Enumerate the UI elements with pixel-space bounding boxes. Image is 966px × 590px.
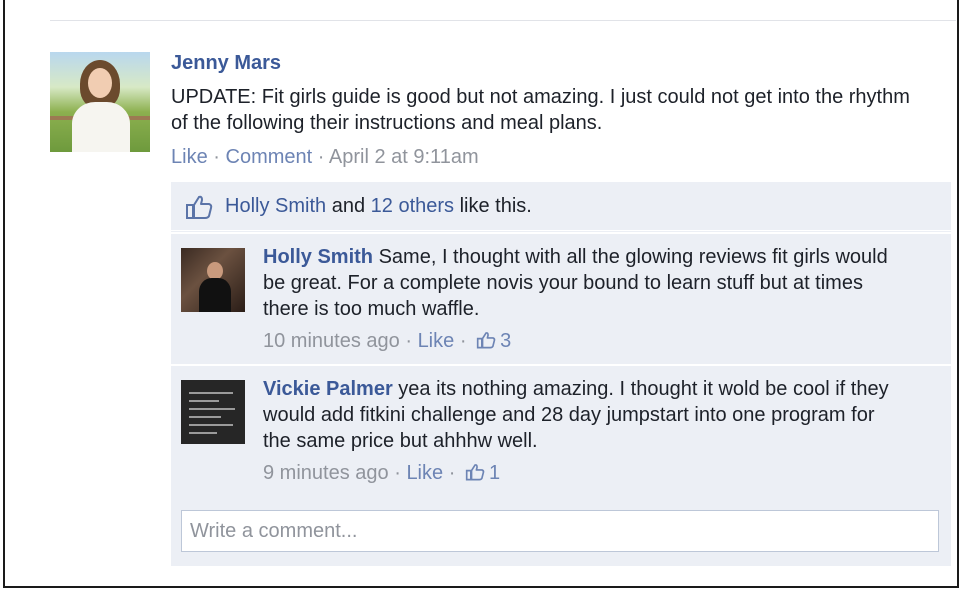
commenter-name[interactable]: Vickie Palmer xyxy=(263,378,393,400)
post-author-name[interactable]: Jenny Mars xyxy=(171,52,281,75)
comment-time[interactable]: 10 minutes ago xyxy=(263,330,400,352)
comment-like-count[interactable]: 1 xyxy=(489,462,500,484)
comment-link[interactable]: Comment xyxy=(226,146,313,168)
commenter-avatar[interactable] xyxy=(181,248,245,312)
commenter-avatar[interactable] xyxy=(181,380,245,444)
comment-like-link[interactable]: Like xyxy=(418,330,455,352)
comment-body: Holly Smith Same, I thought with all the… xyxy=(263,244,903,322)
others-link[interactable]: 12 others xyxy=(371,195,454,217)
liker-name-link[interactable]: Holly Smith xyxy=(225,195,326,217)
author-avatar[interactable] xyxy=(50,52,150,152)
comment-time[interactable]: 9 minutes ago xyxy=(263,462,389,484)
like-link[interactable]: Like xyxy=(171,146,208,168)
thumbs-up-icon xyxy=(186,195,213,219)
thumbs-up-icon[interactable] xyxy=(465,463,485,481)
comment-like-link[interactable]: Like xyxy=(406,462,443,484)
post-actions: Like · Comment · April 2 at 9:11am xyxy=(171,146,479,168)
comment-composer xyxy=(181,510,939,552)
likes-summary: Holly Smith and 12 others like this. xyxy=(171,182,951,231)
post-text: UPDATE: Fit girls guide is good but not … xyxy=(171,86,910,134)
write-comment-input[interactable] xyxy=(182,511,938,551)
comment-item: Vickie Palmer yea its nothing amazing. I… xyxy=(171,364,951,496)
comment-like-count[interactable]: 3 xyxy=(500,330,511,352)
divider xyxy=(50,20,956,21)
commenter-name[interactable]: Holly Smith xyxy=(263,246,373,268)
thumbs-up-icon[interactable] xyxy=(476,331,496,349)
comment-body: Vickie Palmer yea its nothing amazing. I… xyxy=(263,376,903,454)
comment-meta: 10 minutes ago · Like · 3 xyxy=(263,330,512,352)
post-timestamp[interactable]: April 2 at 9:11am xyxy=(329,146,479,168)
feedback-panel: Holly Smith and 12 others like this. Hol… xyxy=(171,182,951,566)
comment-item: Holly Smith Same, I thought with all the… xyxy=(171,232,951,364)
comment-meta: 9 minutes ago · Like · 1 xyxy=(263,462,501,484)
